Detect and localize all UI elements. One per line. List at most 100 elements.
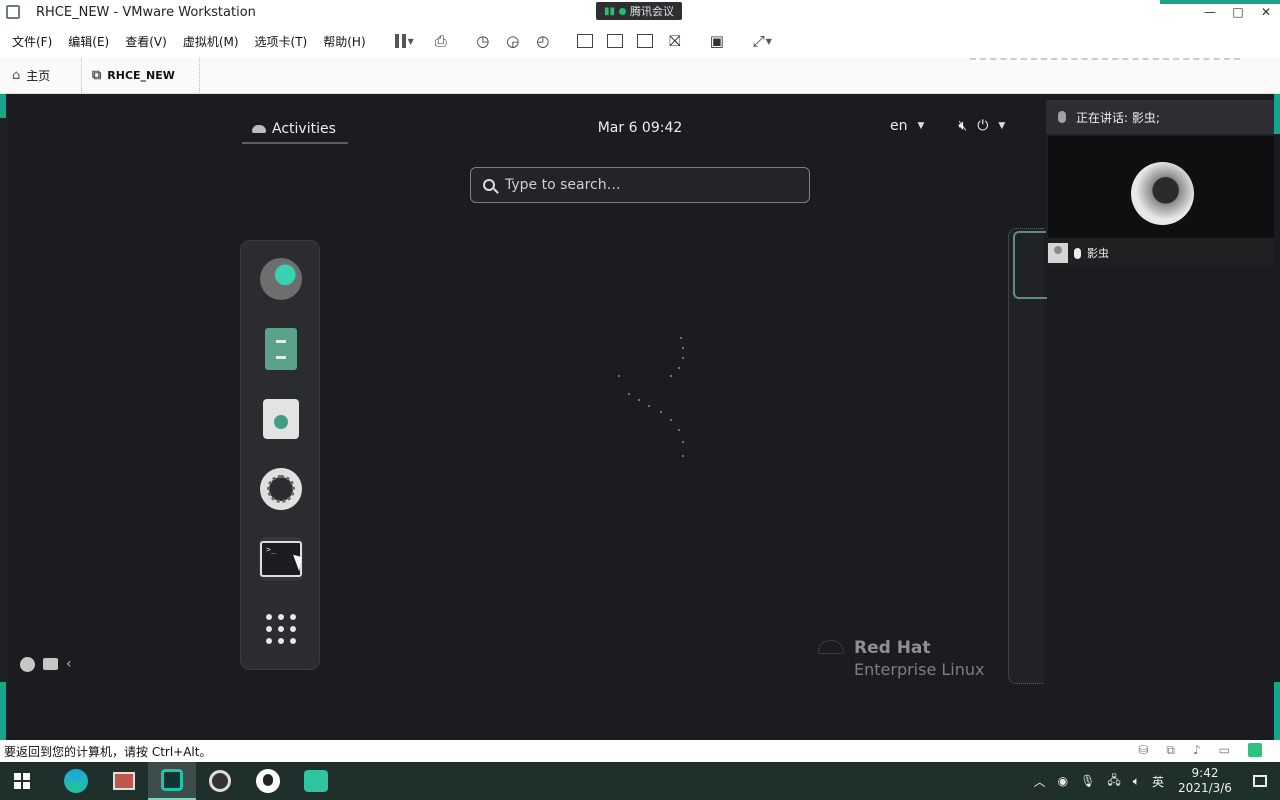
keyboard-layout-button[interactable]: en <box>890 118 908 134</box>
taskbar-vmware[interactable] <box>148 762 196 800</box>
snapshot-manager-button[interactable]: ◴ <box>528 28 558 54</box>
hard-disk-icon[interactable]: ⛁ <box>1138 743 1148 758</box>
chevron-down-icon[interactable]: ▼ <box>408 37 414 46</box>
volume-icon[interactable]: 🔈︎ <box>1127 774 1146 789</box>
activities-button[interactable]: Activities <box>242 116 348 144</box>
app-grid-icon <box>266 614 296 644</box>
taskbar-qq[interactable] <box>244 762 292 800</box>
record-status-icon[interactable]: ◉ <box>1052 774 1074 788</box>
search-input[interactable] <box>505 177 785 193</box>
volume-muted-icon[interactable]: 🔇︎ <box>958 118 967 134</box>
recording-dot-icon <box>619 7 627 15</box>
menu-help[interactable]: 帮助(H) <box>315 33 373 50</box>
menu-bar: 文件(F) 编辑(E) 查看(V) 虚拟机(M) 选项卡(T) 帮助(H) ▼ … <box>0 24 1280 58</box>
chevron-down-icon[interactable]: ▼ <box>998 121 1005 131</box>
signal-icon: ▮▮ <box>604 5 616 17</box>
sound-card-icon[interactable]: ♪ <box>1193 743 1201 758</box>
microphone-icon[interactable]: 🎙︎ <box>1074 774 1101 788</box>
display-icon[interactable]: ▭ <box>1219 743 1230 758</box>
tab-rhce-new[interactable]: ⧉ RHCE_NEW <box>82 58 200 93</box>
power-icon[interactable]: ⏻ <box>977 118 988 134</box>
unity-icon: ⛝ <box>669 32 681 50</box>
fullscreen-button[interactable] <box>630 28 660 54</box>
microphone-icon <box>1074 247 1081 259</box>
meeting-speaking-bar: 正在讲话: 影虫; <box>1046 100 1274 134</box>
microphone-icon <box>1058 111 1066 123</box>
emoji-icon[interactable] <box>20 656 35 672</box>
loading-spinner <box>610 335 700 465</box>
stretch-icon: ⤢ <box>752 32 765 50</box>
show-applications-button[interactable] <box>259 607 303 651</box>
menu-tabs[interactable]: 选项卡(T) <box>247 33 316 50</box>
gnome-dash: >_ <box>240 240 320 670</box>
clock-time: 9:42 <box>1191 766 1219 780</box>
send-ctrl-alt-del-button[interactable]: ⎙ <box>426 28 456 54</box>
notification-button[interactable] <box>1240 762 1280 800</box>
taskbar-edge[interactable] <box>52 762 100 800</box>
firefox-icon <box>260 258 302 300</box>
minimize-button[interactable]: — <box>1196 0 1224 24</box>
gnome-clock[interactable]: Mar 6 09:42 <box>560 120 720 136</box>
sidebar-icon <box>576 34 593 48</box>
clock-date: 2021/3/6 <box>1178 781 1232 795</box>
network-icon[interactable]: ⧉ <box>1166 743 1175 758</box>
vm-icon: ⧉ <box>92 68 102 83</box>
unity-button[interactable]: ⛝ <box>660 28 690 54</box>
ime-indicator[interactable]: 英 <box>1146 773 1170 790</box>
search-icon <box>483 179 495 191</box>
dash-firefox[interactable] <box>259 257 303 301</box>
thumbnail-bar-button[interactable] <box>600 28 630 54</box>
dash-software[interactable] <box>259 397 303 441</box>
tab-rhce-new-label: RHCE_NEW <box>107 69 175 82</box>
chevron-up-icon[interactable]: ︿ <box>1028 773 1052 790</box>
tab-home-label: 主页 <box>26 69 51 83</box>
fullscreen-icon <box>636 34 653 48</box>
network-icon[interactable]: 🖧 <box>1101 771 1126 792</box>
dash-help[interactable] <box>259 467 303 511</box>
revert-snapshot-button[interactable]: ◶ <box>498 28 528 54</box>
taskbar-clock[interactable]: 9:42 2021/3/6 <box>1170 766 1240 796</box>
clock-manage-icon: ◴ <box>536 32 550 50</box>
edge-icon <box>64 769 88 793</box>
meeting-frame-right <box>1274 94 1280 740</box>
dash-files[interactable] <box>259 327 303 371</box>
workspace-thumbnail[interactable] <box>1008 228 1047 684</box>
taskbar-photos[interactable] <box>100 762 148 800</box>
file-cabinet-icon <box>265 328 297 370</box>
system-tray: ︿ ◉ 🎙︎ 🖧 🔈︎ 英 9:42 2021/3/6 <box>1028 762 1280 800</box>
chevron-left-icon[interactable]: ‹ <box>66 656 72 672</box>
redhat-logo: Red Hat Enterprise Linux <box>818 636 1008 682</box>
chevron-down-icon[interactable]: ▼ <box>918 121 925 131</box>
start-button[interactable] <box>0 762 44 800</box>
menu-vm[interactable]: 虚拟机(M) <box>175 33 247 50</box>
taskbar-recorder[interactable] <box>196 762 244 800</box>
show-library-button[interactable] <box>570 28 600 54</box>
lifebuoy-icon <box>260 468 302 510</box>
taskbar-tencent-meeting[interactable] <box>292 762 340 800</box>
close-button[interactable]: ✕ <box>1252 0 1280 24</box>
avatar <box>1131 162 1194 225</box>
tab-home[interactable]: ⌂ 主页 <box>0 58 82 93</box>
snapshot-button[interactable]: ◷ <box>468 28 498 54</box>
photo-icon <box>113 772 135 790</box>
vmware-icon <box>161 769 183 791</box>
chevron-down-icon[interactable]: ▼ <box>766 37 772 46</box>
menu-edit[interactable]: 编辑(E) <box>60 33 117 50</box>
clock-revert-icon: ◶ <box>506 32 520 50</box>
home-icon: ⌂ <box>12 68 21 83</box>
terminal-icon: ▣ <box>709 32 724 50</box>
workspace-active[interactable] <box>1013 231 1047 299</box>
redhat-hat-icon <box>818 640 844 654</box>
logo-text-rhel: Enterprise Linux <box>854 660 985 679</box>
window-title: RHCE_NEW - VMware Workstation <box>36 4 256 20</box>
software-bag-icon <box>263 399 299 439</box>
meeting-indicator[interactable]: ▮▮ 腾讯会议 <box>596 2 683 20</box>
menu-file[interactable]: 文件(F) <box>4 33 60 50</box>
maximize-button[interactable]: □ <box>1224 0 1252 24</box>
chat-icon[interactable] <box>43 658 58 670</box>
gnome-system-tray: en ▼ 🔇︎ ⏻ ▼ <box>890 118 1005 134</box>
menu-view[interactable]: 查看(V) <box>117 33 175 50</box>
search-box[interactable] <box>470 167 810 203</box>
console-view-button[interactable]: ▣ <box>702 28 732 54</box>
message-log-icon[interactable] <box>1248 743 1262 757</box>
